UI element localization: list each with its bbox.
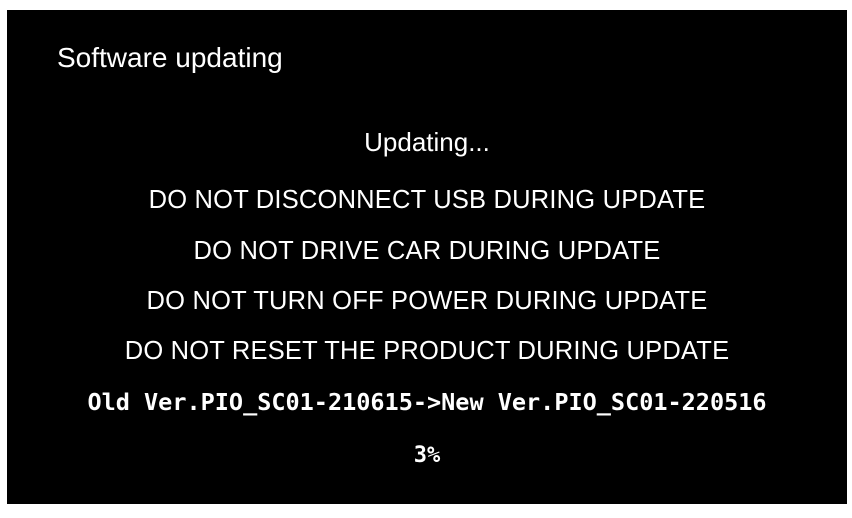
screen-title: Software updating bbox=[57, 42, 283, 73]
update-status: Updating... bbox=[364, 127, 490, 157]
warning-power: DO NOT TURN OFF POWER DURING UPDATE bbox=[146, 287, 708, 315]
update-screen: Software updating Updating... DO NOT DIS… bbox=[7, 10, 847, 504]
warning-drive: DO NOT DRIVE CAR DURING UPDATE bbox=[193, 237, 661, 265]
version-info: Old Ver.PIO_SC01-210615->New Ver.PIO_SC0… bbox=[87, 388, 767, 416]
progress-percent: 3% bbox=[413, 443, 441, 468]
warning-usb: DO NOT DISCONNECT USB DURING UPDATE bbox=[148, 186, 706, 214]
warning-reset: DO NOT RESET THE PRODUCT DURING UPDATE bbox=[124, 337, 730, 365]
